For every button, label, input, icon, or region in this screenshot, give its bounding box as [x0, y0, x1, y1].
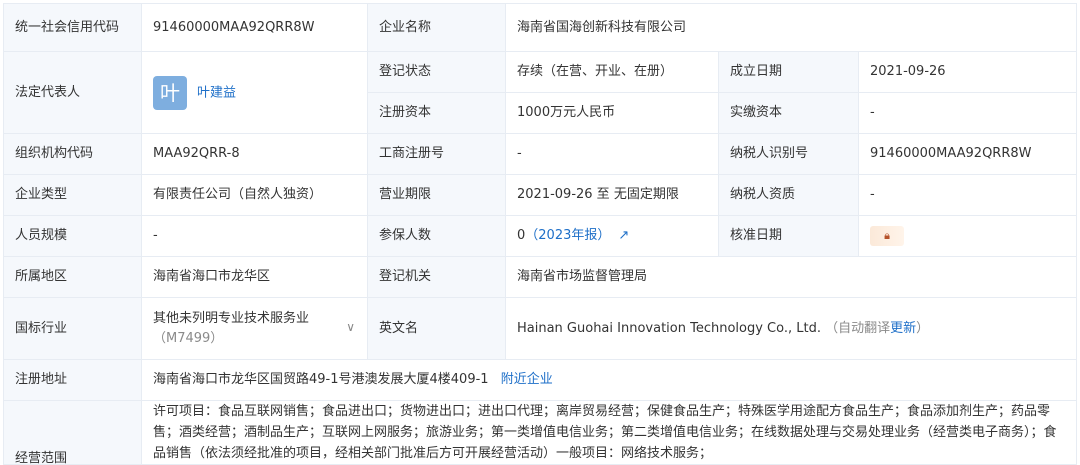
industry-code: （M7499） — [153, 330, 224, 346]
region-label: 所属地区 — [3, 256, 142, 298]
biz-reg-no-label: 工商注册号 — [367, 133, 506, 175]
industry-cell[interactable]: 其他未列明专业技术服务业 （M7499） ∨ — [141, 297, 368, 360]
row-credit-code: 统一社会信用代码 91460000MAA92QRR8W 企业名称 海南省国海创新… — [3, 3, 1078, 52]
legal-rep-cell: 叶叶建益 — [141, 51, 368, 134]
company-info-table: 统一社会信用代码 91460000MAA92QRR8W 企业名称 海南省国海创新… — [3, 3, 1078, 465]
industry-value: 其他未列明专业技术服务业 （M7499） — [153, 309, 338, 349]
company-type-value: 有限责任公司（自然人独资） — [141, 174, 368, 216]
approval-date-label: 核准日期 — [718, 215, 859, 257]
taxpayer-id-label: 纳税人识别号 — [718, 133, 859, 175]
legal-rep-name-link[interactable]: 叶建益 — [197, 85, 236, 100]
address-cell: 海南省海口市龙华区国贸路49-1号港澳发展大厦4楼409-1 附近企业 — [140, 359, 1078, 401]
taxpayer-qual-value: - — [857, 174, 1078, 216]
insured-label: 参保人数 — [367, 215, 506, 257]
english-name-cell: Hainan Guohai Innovation Technology Co.,… — [504, 297, 1078, 360]
chevron-down-icon[interactable]: ∨ — [346, 317, 355, 337]
industry-name: 其他未列明专业技术服务业 — [153, 310, 310, 326]
legal-rep-label: 法定代表人 — [3, 51, 142, 134]
org-code-label: 组织机构代码 — [3, 133, 142, 175]
company-name-label: 企业名称 — [367, 3, 506, 52]
company-name-value: 海南省国海创新科技有限公司 — [504, 3, 1078, 52]
address-value: 海南省海口市龙华区国贸路49-1号港澳发展大厦4楼409-1 — [153, 372, 489, 387]
region-value: 海南省海口市龙华区 — [141, 256, 368, 298]
row-region: 所属地区 海南省海口市龙华区 登记机关 海南省市场监督管理局 — [3, 256, 1078, 298]
credit-code-value: 91460000MAA92QRR8W — [141, 3, 368, 52]
biz-term-label: 营业期限 — [367, 174, 506, 216]
row-company-type: 企业类型 有限责任公司（自然人独资） 营业期限 2021-09-26 至 无固定… — [3, 174, 1078, 216]
update-link[interactable]: 更新 — [890, 321, 916, 336]
taxpayer-qual-label: 纳税人资质 — [718, 174, 859, 216]
reg-capital-value: 1000万元人民币 — [505, 92, 719, 134]
auto-translate-close: ） — [916, 320, 930, 336]
credit-code-label: 统一社会信用代码 — [3, 3, 142, 52]
biz-reg-no-value: - — [505, 133, 719, 175]
row-staff: 人员规模 - 参保人数 0（2023年报） ↗ 核准日期 🔒︎ — [3, 215, 1078, 257]
english-name-label: 英文名 — [367, 297, 506, 360]
taxpayer-id-value: 91460000MAA92QRR8W — [857, 133, 1078, 175]
row-scope: 经营范围 许可项目：食品互联网销售；食品进出口；货物进出口；进出口代理；离岸贸易… — [3, 400, 1078, 465]
biz-term-value: 2021-09-26 至 无固定期限 — [505, 174, 719, 216]
founded-label: 成立日期 — [718, 51, 859, 93]
scope-value: 许可项目：食品互联网销售；食品进出口；货物进出口；进出口代理；离岸贸易经营；保健… — [153, 404, 1057, 461]
reg-capital-label: 注册资本 — [367, 92, 506, 134]
reg-status-label: 登记状态 — [367, 51, 506, 93]
auto-translate-note: （自动翻译 — [825, 320, 891, 336]
reg-status-value: 存续（在营、开业、在册） — [505, 51, 719, 93]
paid-capital-value: - — [857, 92, 1078, 134]
lock-icon[interactable]: 🔒︎ — [870, 225, 904, 246]
scope-label: 经营范围 — [3, 400, 142, 465]
paid-capital-label: 实缴资本 — [718, 92, 859, 134]
legal-rep-avatar: 叶 — [153, 75, 187, 110]
row-reg-status: 法定代表人 叶叶建益 登记状态 存续（在营、开业、在册） 成立日期 2021-0… — [3, 51, 1078, 134]
chart-icon[interactable]: ↗ — [618, 228, 629, 243]
org-code-value: MAA92QRR-8 — [141, 133, 368, 175]
insured-cell: 0（2023年报） ↗ — [505, 215, 719, 257]
staff-size-value: - — [141, 215, 368, 257]
insured-report-link[interactable]: （2023年报） — [525, 228, 610, 243]
row-industry: 国标行业 其他未列明专业技术服务业 （M7499） ∨ 英文名 Hainan Gu… — [3, 297, 1078, 360]
nearby-companies-link[interactable]: 附近企业 — [501, 372, 553, 387]
reg-authority-label: 登记机关 — [367, 256, 506, 298]
english-name-value: Hainan Guohai Innovation Technology Co.,… — [517, 320, 821, 336]
row-org-code: 组织机构代码 MAA92QRR-8 工商注册号 - 纳税人识别号 9146000… — [3, 133, 1078, 175]
address-label: 注册地址 — [3, 359, 142, 401]
founded-value: 2021-09-26 — [857, 51, 1078, 93]
scope-cell: 许可项目：食品互联网销售；食品进出口；货物进出口；进出口代理；离岸贸易经营；保健… — [140, 400, 1078, 465]
company-type-label: 企业类型 — [3, 174, 142, 216]
industry-label: 国标行业 — [3, 297, 142, 360]
scope-label-text: 经营范围 — [15, 450, 68, 465]
approval-date-value: 🔒︎ — [857, 215, 1078, 257]
staff-size-label: 人员规模 — [3, 215, 142, 257]
row-address: 注册地址 海南省海口市龙华区国贸路49-1号港澳发展大厦4楼409-1 附近企业 — [3, 359, 1078, 401]
reg-authority-value: 海南省市场监督管理局 — [504, 256, 1078, 298]
